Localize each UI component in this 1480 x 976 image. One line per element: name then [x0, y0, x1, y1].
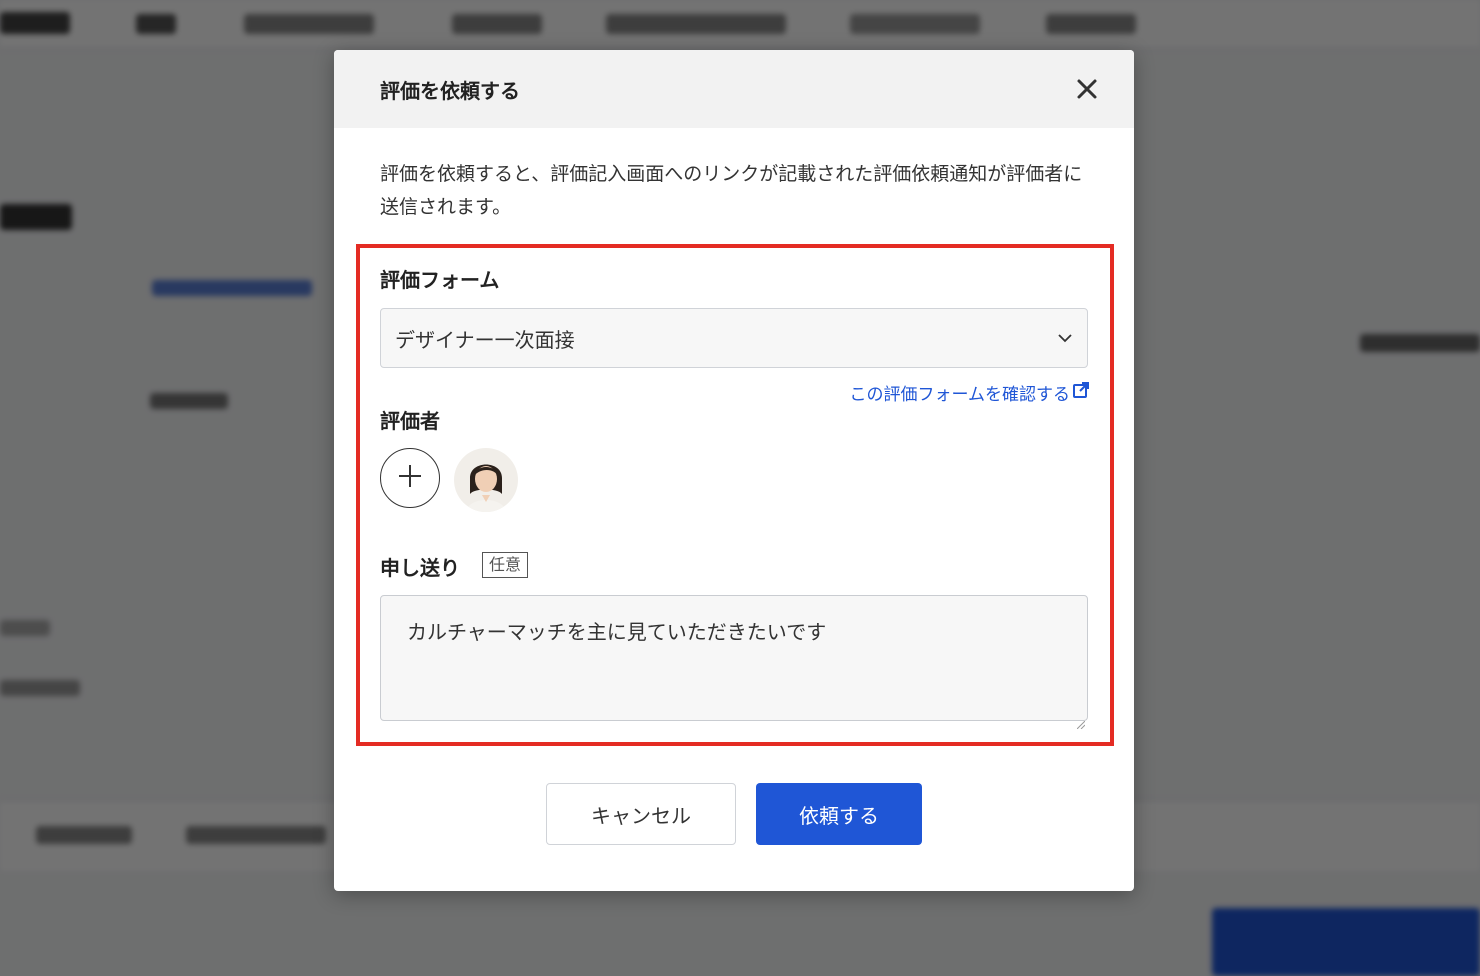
handover-label: 申し送り	[380, 556, 460, 580]
handover-textarea[interactable]: カルチャーマッチを主に見ていただきたいです	[380, 595, 1088, 730]
close-icon[interactable]	[1072, 74, 1102, 104]
confirm-evaluation-form-link[interactable]: この評価フォームを確認する	[850, 380, 1091, 405]
chevron-down-icon	[1057, 330, 1073, 346]
request-button[interactable]: 依頼する	[756, 783, 922, 845]
evaluation-form-selected-value: デザイナー一次面接	[395, 327, 575, 352]
optional-badge: 任意	[482, 552, 529, 578]
plus-icon	[397, 463, 423, 493]
add-evaluator-button[interactable]	[380, 448, 440, 508]
handover-text: カルチャーマッチを主に見ていただきたいです	[407, 620, 827, 644]
evaluation-form-select[interactable]: デザイナー一次面接	[380, 308, 1088, 368]
dialog-header: 評価を依頼する	[334, 50, 1134, 128]
evaluation-form-label: 評価フォーム	[380, 268, 500, 292]
dialog-description: 評価を依頼すると、評価記入画面へのリンクが記載された評価依頼通知が評価者に送信さ…	[380, 163, 1083, 218]
resize-handle-icon[interactable]	[1076, 710, 1086, 730]
external-link-icon	[1072, 381, 1090, 404]
cancel-button[interactable]: キャンセル	[546, 783, 736, 845]
evaluator-label: 評価者	[380, 409, 440, 433]
dialog-title: 評価を依頼する	[380, 78, 520, 103]
evaluator-avatar[interactable]	[454, 448, 518, 512]
request-evaluation-dialog: 評価を依頼する 評価を依頼すると、評価記入画面へのリンクが記載された評価依頼通知…	[334, 50, 1134, 891]
confirm-evaluation-form-link-label: この評価フォームを確認する	[849, 385, 1071, 405]
